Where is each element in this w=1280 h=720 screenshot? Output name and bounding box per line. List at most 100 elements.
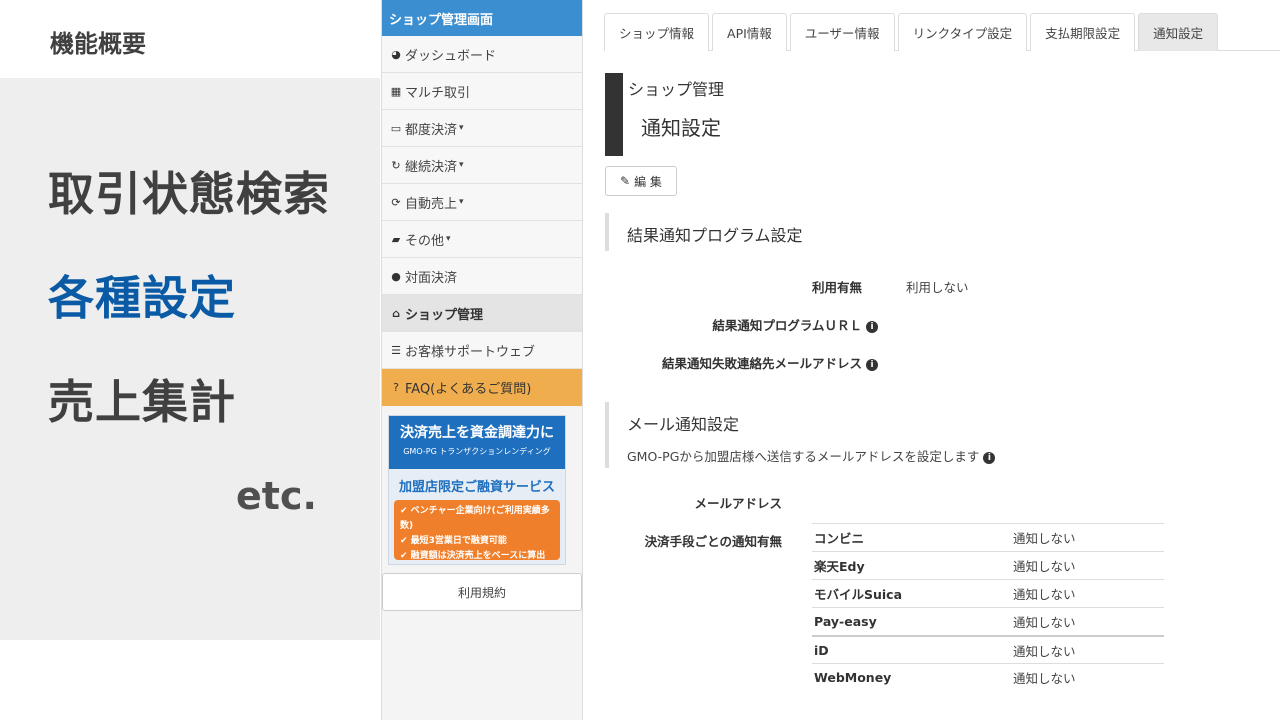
- info-icon[interactable]: i: [983, 451, 996, 464]
- feature-etc: etc.: [236, 474, 317, 518]
- lending-banner[interactable]: 決済売上を資金調達力に GMO-PG トランザクションレンディング 加盟店限定ご…: [388, 415, 566, 565]
- feature-settings: 各種設定: [48, 271, 236, 325]
- info-icon[interactable]: i: [866, 358, 878, 371]
- slide-feature-panel: 取引状態検索 各種設定 売上集計 etc.: [0, 78, 380, 640]
- caret-down-icon: ▾: [446, 234, 451, 244]
- method-value: 通知しない: [1013, 531, 1076, 546]
- method-name: 楽天Edy: [814, 559, 865, 574]
- sidebar-item-label: 継続決済: [405, 159, 458, 175]
- sidebar-item-label: ダッシュボード: [405, 48, 497, 64]
- slide-header: 機能概要: [0, 0, 380, 78]
- tab-link-type[interactable]: リンクタイプ設定: [897, 13, 1028, 51]
- sidebar-item-dashboard[interactable]: ◕ ダッシュボード: [382, 36, 582, 73]
- page-title: 通知設定: [641, 116, 721, 140]
- sidebar-item-label: お客様サポートウェブ: [405, 344, 536, 360]
- edit-button[interactable]: ✎ 編 集: [605, 166, 677, 196]
- method-name: モバイルSuica: [814, 587, 903, 602]
- caret-down-icon: ▾: [459, 123, 464, 133]
- edit-button-label: 編 集: [634, 174, 662, 189]
- question-icon: ?: [393, 381, 399, 394]
- caret-down-icon: ▾: [459, 197, 464, 207]
- table-row: Pay-easy 通知しない: [812, 607, 1164, 635]
- sidebar-item-multi-transaction[interactable]: ▦ マルチ取引: [382, 73, 582, 110]
- table-row: iD 通知しない: [812, 635, 1164, 663]
- fail-mail-label: 結果通知失敗連絡先メールアドレス: [661, 356, 862, 371]
- sidebar-item-recurring-payment[interactable]: ↻ 継続決済 ▾: [382, 147, 582, 184]
- fail-mail-label-row: 結果通知失敗連絡先メールアドレス i: [662, 353, 878, 372]
- method-name: Pay-easy: [814, 614, 877, 629]
- main-content: ショップ情報 API情報 ユーザー情報 リンクタイプ設定 支払期限設定 通知設定…: [584, 0, 1280, 720]
- sidebar-header: ショップ管理画面: [382, 0, 582, 36]
- result-section-header: 結果通知プログラム設定: [605, 213, 803, 251]
- method-value: 通知しない: [1013, 559, 1076, 574]
- credit-card-icon: ▭: [390, 121, 402, 135]
- sidebar-item-label: その他: [405, 233, 445, 249]
- sidebar-item-label: 対面決済: [405, 270, 458, 286]
- feature-transaction-search: 取引状態検索: [48, 167, 330, 221]
- mail-section-desc: GMO-PGから加盟店様へ送信するメールアドレスを設定します: [627, 449, 980, 464]
- refresh-icon: ↻: [391, 158, 401, 172]
- sidebar-item-faq[interactable]: ? FAQ(よくあるご質問): [382, 369, 582, 406]
- table-row: コンビニ 通知しない: [812, 523, 1164, 551]
- caret-down-icon: ▾: [459, 160, 464, 170]
- result-section-title: 結果通知プログラム設定: [627, 226, 803, 245]
- sidebar-item-shop-management[interactable]: ⌂ ショップ管理: [382, 295, 582, 332]
- sidebar-item-other[interactable]: ▰ その他 ▾: [382, 221, 582, 258]
- url-label-row: 結果通知プログラムＵＲＬ i: [712, 315, 878, 334]
- sidebar-item-one-time-payment[interactable]: ▭ 都度決済 ▾: [382, 110, 582, 147]
- tab-user-info[interactable]: ユーザー情報: [789, 13, 895, 51]
- url-label: 結果通知プログラムＵＲＬ: [712, 318, 862, 333]
- page-subtitle: ショップ管理: [628, 80, 725, 99]
- sidebar-item-label: マルチ取引: [405, 85, 471, 101]
- user-icon: ●: [391, 269, 401, 283]
- slide-bottom: [0, 640, 380, 720]
- table-row: 楽天Edy 通知しない: [812, 551, 1164, 579]
- usage-label: 利用有無: [812, 280, 863, 295]
- dashboard-icon: ◕: [391, 47, 401, 61]
- sync-icon: ⟳: [391, 195, 401, 209]
- terms-button[interactable]: 利用規約: [382, 573, 582, 611]
- method-value: 通知しない: [1013, 587, 1076, 602]
- banner-bullet: ✔ 融資額は決済売上をベースに算出: [400, 551, 546, 561]
- list-icon: ☰: [391, 343, 401, 357]
- method-value: 通知しない: [1013, 643, 1076, 659]
- slide-title: 機能概要: [50, 30, 146, 58]
- banner-subheadline: 加盟店限定ご融資サービス: [398, 480, 555, 495]
- sidebar-item-support-web[interactable]: ☰ お客様サポートウェブ: [382, 332, 582, 369]
- info-icon[interactable]: i: [866, 320, 878, 333]
- sidebar-item-label: ショップ管理: [405, 307, 484, 323]
- usage-value: 利用しない: [906, 280, 969, 295]
- banner-top: 決済売上を資金調達力に GMO-PG トランザクションレンディング: [389, 416, 565, 469]
- page-header-bar: [605, 73, 623, 156]
- sidebar-item-auto-sales[interactable]: ⟳ 自動売上 ▾: [382, 184, 582, 221]
- tab-notification[interactable]: 通知設定: [1138, 13, 1219, 51]
- tab-payment-deadline[interactable]: 支払期限設定: [1030, 13, 1136, 51]
- tab-shop-info[interactable]: ショップ情報: [604, 13, 710, 51]
- sidebar-item-label: FAQ(よくあるご質問): [405, 382, 532, 397]
- banner-bullet: ✔ 最短3営業日で融資可能: [400, 536, 507, 546]
- grid-icon: ▦: [390, 84, 402, 98]
- sidebar-item-label: 自動売上: [405, 196, 458, 212]
- table-row: モバイルSuica 通知しない: [812, 579, 1164, 607]
- home-icon: ⌂: [392, 306, 400, 320]
- folder-icon: ▰: [391, 232, 401, 246]
- table-row: WebMoney 通知しない: [812, 663, 1164, 691]
- mail-address-label: メールアドレス: [694, 496, 782, 511]
- sidebar-item-label: 都度決済: [405, 122, 458, 138]
- method-notify-label: 決済手段ごとの通知有無: [644, 534, 782, 549]
- tab-bar: ショップ情報 API情報 ユーザー情報 リンクタイプ設定 支払期限設定 通知設定: [604, 13, 1280, 51]
- mail-section-title: メール通知設定: [627, 415, 740, 434]
- method-value: 通知しない: [1013, 671, 1076, 686]
- banner-bullets: ✔ ベンチャー企業向け(ご利用実績多数) ✔ 最短3営業日で融資可能 ✔ 融資額…: [394, 500, 560, 561]
- banner-bullet: ✔ ベンチャー企業向け(ご利用実績多数): [400, 506, 550, 531]
- method-name: WebMoney: [814, 670, 892, 685]
- method-value: 通知しない: [1013, 615, 1076, 630]
- method-name: コンビニ: [814, 531, 865, 546]
- banner-headline: 決済売上を資金調達力に: [400, 425, 554, 441]
- sidebar-item-face-to-face[interactable]: ● 対面決済: [382, 258, 582, 295]
- sidebar: ショップ管理画面 ◕ ダッシュボード ▦ マルチ取引 ▭ 都度決済 ▾ ↻ 継続…: [381, 0, 583, 720]
- banner-service-name: GMO-PG トランザクションレンディング: [403, 447, 551, 456]
- method-name: iD: [814, 642, 829, 658]
- notification-method-table: コンビニ 通知しない 楽天Edy 通知しない モバイルSuica 通知しない P…: [812, 523, 1164, 691]
- tab-api-info[interactable]: API情報: [712, 13, 787, 51]
